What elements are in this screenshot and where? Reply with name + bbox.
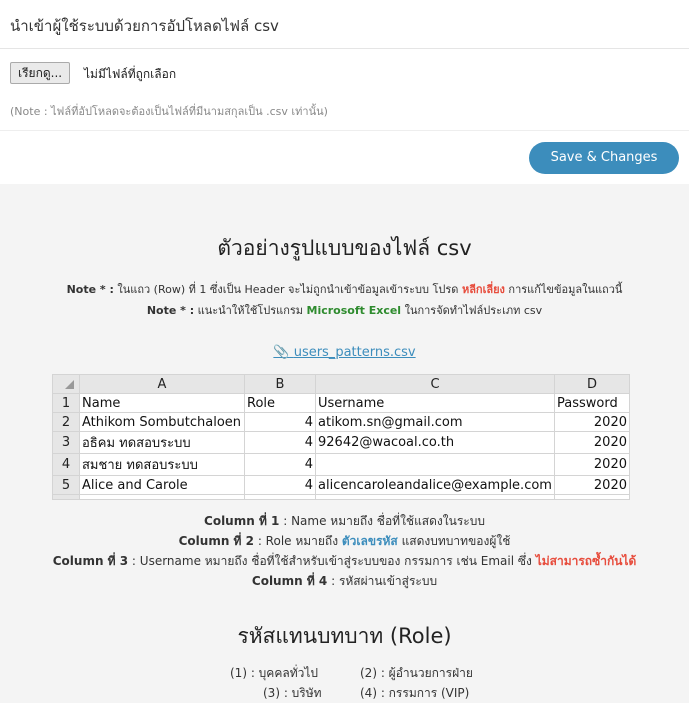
note-text: การแก้ไขข้อมูลในแถวนี้ [504, 283, 623, 296]
note-highlight: Microsoft Excel [306, 304, 402, 317]
download-row: 📎 users_patterns.csv [0, 341, 689, 360]
note-line-1: Note * : ในแถว (Row) ที่ 1 ซึ่งเป็น Head… [0, 280, 689, 298]
column-header: B [244, 374, 316, 394]
cell: alicencaroleandalice@example.com [315, 475, 555, 495]
column-2-description: Column ที่ 2 : Role หมายถึง ตัวเลขรหัส แ… [0, 532, 689, 551]
cell: 4 [244, 475, 316, 495]
import-panel: นำเข้าผู้ใช้ระบบด้วยการอัปโหลดไฟล์ csv เ… [0, 0, 689, 184]
column-highlight: ตัวเลขรหัส [341, 534, 398, 548]
column-text: : Role หมายถึง [254, 534, 342, 548]
cell: 4 [244, 412, 316, 432]
column-label: Column ที่ 3 [52, 554, 129, 568]
role-item: (3) : บริษัท [263, 686, 322, 700]
note-text: ในการจัดทำไฟล์ประเภท csv [401, 304, 543, 317]
column-header: D [554, 374, 630, 394]
column-1-description: Column ที่ 1 : Name หมายถึง ชื่อที่ใช้แส… [0, 512, 689, 531]
cell: Athikom Sombutchaloen [79, 412, 245, 432]
paperclip-icon: 📎 [273, 345, 290, 360]
browse-file-button[interactable]: เรียกดู... [10, 62, 71, 84]
column-label: Column ที่ 1 [204, 514, 280, 528]
download-link-label: users_patterns.csv [293, 345, 416, 360]
row-number: 5 [52, 475, 80, 495]
sheet-corner [52, 374, 80, 394]
column-4-description: Column ที่ 4 : รหัสผ่านเข้าสู่ระบบ [0, 572, 689, 591]
note-line-2: Note * : แนะนำให้ใช้โปรแกรม Microsoft Ex… [0, 301, 689, 319]
cell: สมชาย ทดสอบระบบ [79, 453, 245, 476]
select-all-icon [64, 380, 74, 389]
column-text: : Name หมายถึง ชื่อที่ใช้แสดงในระบบ [279, 514, 485, 528]
save-changes-button[interactable]: Save & Changes [529, 142, 679, 174]
cell: atikom.sn@gmail.com [315, 412, 555, 432]
panel-title: นำเข้าผู้ใช้ระบบด้วยการอัปโหลดไฟล์ csv [10, 17, 279, 35]
cell: 2020 [554, 453, 630, 476]
cell: 4 [244, 431, 316, 454]
column-text: : รหัสผ่านเข้าสู่ระบบ [327, 574, 438, 588]
row-number: 1 [52, 393, 80, 413]
roles-title: รหัสแทนบทบาท (Role) [237, 624, 452, 648]
role-item: (4) : กรรมการ (VIP) [360, 686, 470, 700]
column-3-description: Column ที่ 3 : Username หมายถึง ชื่อที่ใ… [0, 552, 689, 571]
cell: Name [79, 393, 245, 413]
column-label: Column ที่ 4 [251, 574, 328, 588]
cell: 2020 [554, 431, 630, 454]
cell: อธิคม ทดสอบระบบ [79, 431, 245, 454]
cell: Alice and Carole [79, 475, 245, 495]
row-number: 3 [52, 431, 80, 454]
csv-example-sheet: A B C D 1 Name Role Username Password 2 … [52, 374, 630, 500]
row-number [52, 494, 80, 500]
cell [315, 453, 555, 476]
sheet-row: 1 Name Role Username Password [52, 393, 630, 413]
note-label: Note * : [146, 304, 195, 317]
note-text: ในแถว (Row) ที่ 1 ซึ่งเป็น Header จะไม่ถ… [113, 283, 462, 296]
cell: 2020 [554, 475, 630, 495]
cell: Username [315, 393, 555, 413]
row-number: 2 [52, 412, 80, 432]
cell: Role [244, 393, 316, 413]
role-item: (1) : บุคคลทั่วไป [230, 666, 318, 680]
role-item: (2) : ผู้อำนวยการฝ่าย [360, 666, 473, 680]
row-number: 4 [52, 453, 80, 476]
cell [244, 494, 316, 500]
cell: 92642@wacoal.co.th [315, 431, 555, 454]
example-title: ตัวอย่างรูปแบบของไฟล์ csv [217, 236, 472, 260]
cell: 2020 [554, 412, 630, 432]
divider [0, 48, 689, 49]
file-status-text: ไม่มีไฟล์ที่ถูกเลือก [84, 67, 177, 81]
cell [79, 494, 245, 500]
cell [554, 494, 630, 500]
cell [315, 494, 555, 500]
note-label: Note * : [66, 283, 114, 296]
sheet-row: 3 อธิคม ทดสอบระบบ 4 92642@wacoal.co.th 2… [52, 431, 630, 454]
column-header: C [315, 374, 555, 394]
sheet-row: 5 Alice and Carole 4 alicencaroleandalic… [52, 475, 630, 495]
sheet-row: 4 สมชาย ทดสอบระบบ 4 2020 [52, 453, 630, 476]
divider [0, 130, 689, 131]
column-text: : Username หมายถึง ชื่อที่ใช้สำหรับเข้าส… [128, 554, 536, 568]
download-csv-link[interactable]: 📎 users_patterns.csv [273, 345, 415, 360]
note-text: แนะนำให้ใช้โปรแกรม [194, 304, 307, 317]
column-highlight: ไม่สามารถซ้ำกันได้ [535, 554, 637, 568]
cell: 4 [244, 453, 316, 476]
note-highlight: หลีกเลี่ยง [461, 283, 505, 296]
sheet-row [52, 494, 630, 500]
cell: Password [554, 393, 630, 413]
upload-note: (Note : ไฟล์ที่อัปโหลดจะต้องเป็นไฟล์ที่ม… [10, 105, 328, 118]
sheet-row: 2 Athikom Sombutchaloen 4 atikom.sn@gmai… [52, 412, 630, 432]
column-text: แสดงบทบาทของผู้ใช้ [397, 534, 511, 548]
column-header: A [79, 374, 245, 394]
example-section: ตัวอย่างรูปแบบของไฟล์ csv Note * : ในแถว… [0, 184, 689, 700]
column-label: Column ที่ 2 [178, 534, 254, 548]
